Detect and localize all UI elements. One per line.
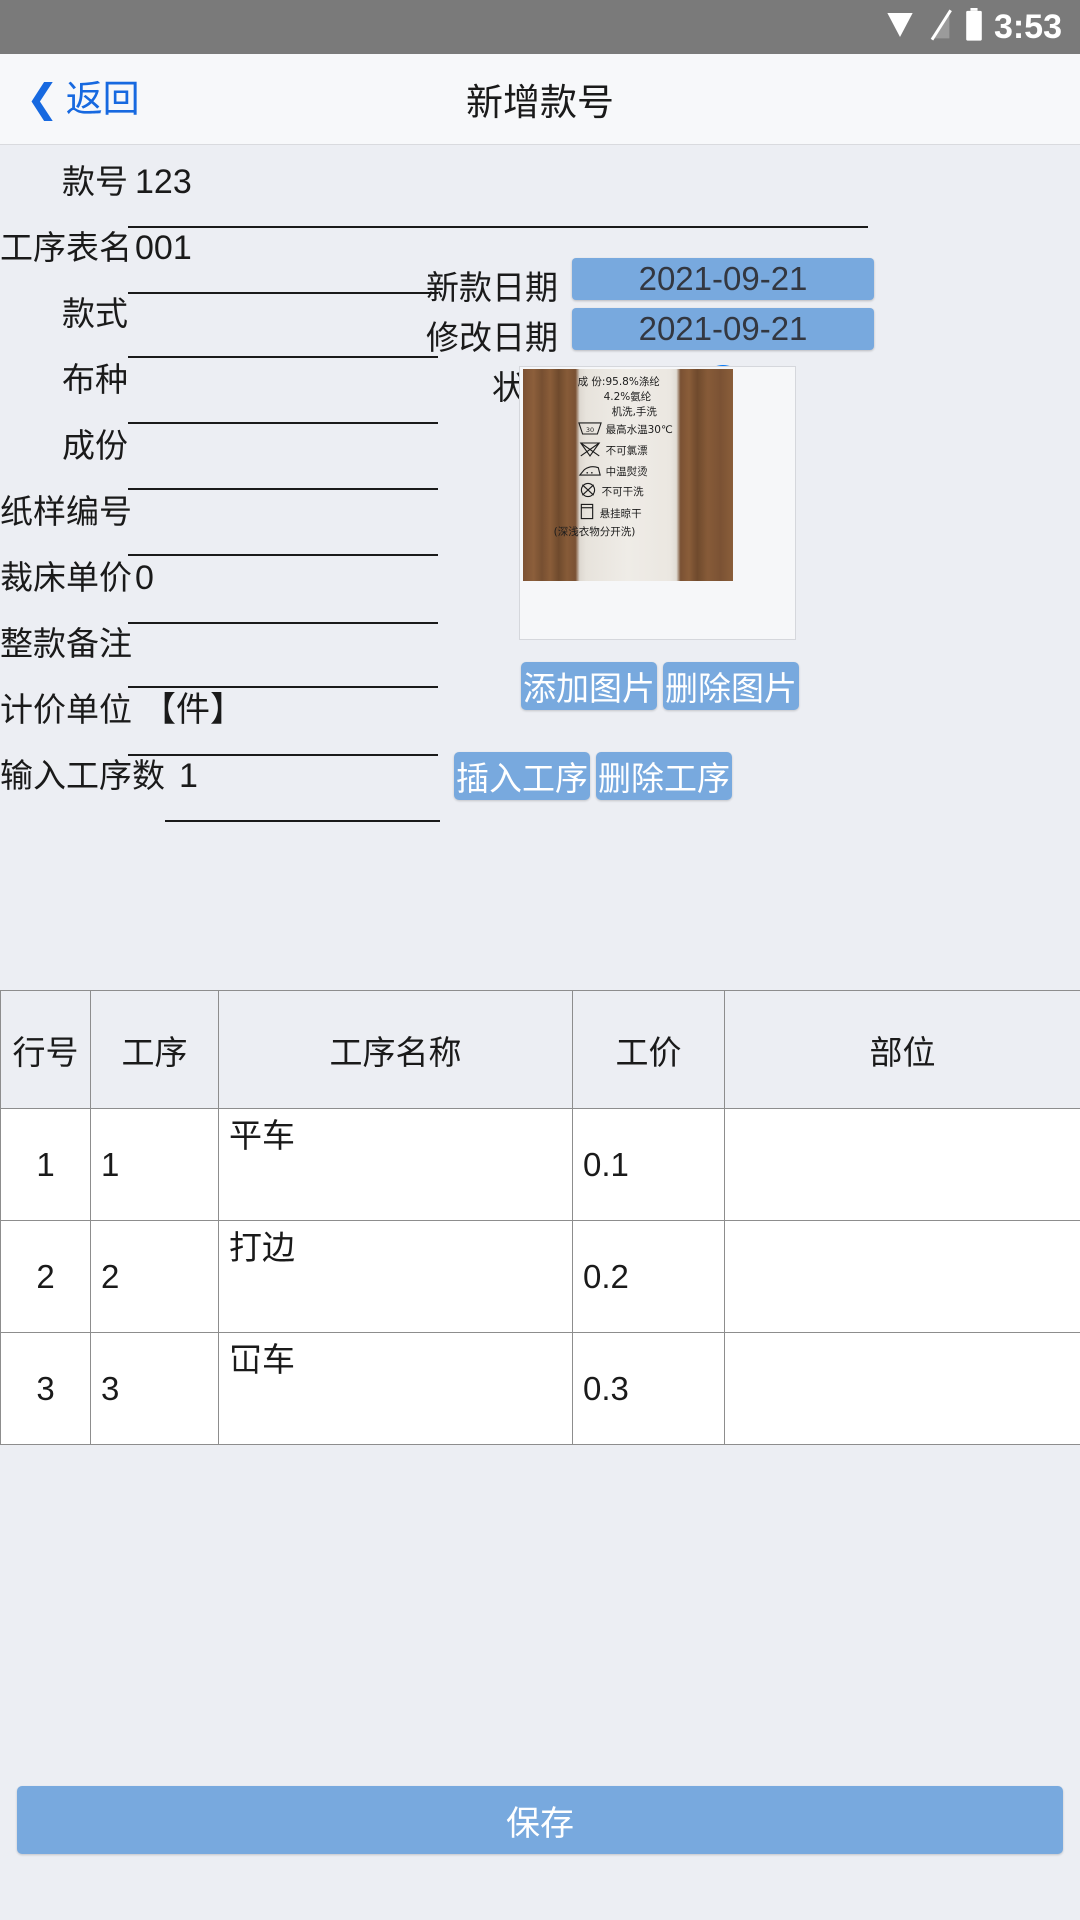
form-row-process-sheet-name: 工序表名 001 [0, 226, 438, 294]
field-input-pattern-no[interactable] [128, 490, 438, 556]
table-header-row: 行号 工序 工序名称 工价 部位 [0, 990, 1080, 1109]
cell-process[interactable]: 3 [90, 1332, 219, 1445]
form-row-remark: 整款备注 [0, 622, 438, 688]
form-row-price-unit: 计价单位 【件】 [0, 688, 438, 756]
cell-part[interactable] [724, 1332, 1080, 1445]
add-photo-button[interactable]: 添加图片 [521, 662, 657, 710]
form-row-fabric: 布种 [0, 358, 438, 424]
status-bar-clock: 3:53 [993, 8, 1062, 46]
form-row-cutting-price: 裁床单价 0 [0, 556, 438, 624]
field-label-process-sheet-name: 工序表名 [0, 229, 132, 266]
cell-part[interactable] [724, 1220, 1080, 1333]
care-row-dryclean: 不可干洗 [578, 482, 679, 503]
cell-process[interactable]: 1 [90, 1108, 219, 1221]
care-line-4: 不可氯漂 [605, 444, 648, 457]
label-new-date: 新款日期 [426, 269, 558, 306]
wifi-icon [884, 9, 916, 46]
form-row-style: 款式 [0, 292, 438, 358]
new-date-button[interactable]: 2021-09-21 [572, 258, 874, 300]
signal-icon [926, 9, 954, 46]
cell-process[interactable]: 2 [90, 1220, 219, 1333]
care-row-wash: 30 最高水温30℃ [577, 420, 679, 441]
care-line-3: 最高水温30℃ [605, 423, 673, 436]
table-header-price: 工价 [572, 990, 725, 1109]
care-line-1: 4.2%氨纶 [603, 390, 652, 403]
field-label-style-no: 款号 [62, 163, 128, 200]
battery-icon [964, 7, 984, 47]
photo-frame[interactable]: 成 份:95.8%涤纶 4.2%氨纶 机洗,手洗 30 最高水温30℃ 不可氯漂… [519, 366, 796, 640]
no-bleach-icon [578, 441, 602, 462]
field-label-remark: 整款备注 [0, 625, 132, 662]
cell-price[interactable]: 0.1 [572, 1108, 725, 1221]
delete-photo-button[interactable]: 删除图片 [663, 662, 799, 710]
hang-dry-icon [578, 503, 596, 525]
field-label-composition: 成份 [62, 427, 128, 464]
cell-price[interactable]: 0.3 [572, 1332, 725, 1445]
field-input-price-unit[interactable]: 【件】 [128, 688, 438, 756]
care-line-7: 悬挂晾干 [599, 507, 642, 520]
care-line-8: (深浅衣物分开洗) [553, 526, 636, 539]
table-row[interactable]: 2 2 打边 0.2 [0, 1220, 1080, 1333]
care-row-bleach: 不可氯漂 [578, 441, 679, 462]
table-row[interactable]: 1 1 平车 0.1 [0, 1108, 1080, 1221]
field-label-cutting-price: 裁床单价 [0, 559, 132, 596]
field-input-style-no[interactable]: 123 [128, 160, 868, 228]
table-header-part: 部位 [724, 990, 1080, 1109]
save-button[interactable]: 保存 [17, 1786, 1063, 1854]
care-line-6: 不可干洗 [601, 486, 644, 499]
garment-care-label-photo: 成 份:95.8%涤纶 4.2%氨纶 机洗,手洗 30 最高水温30℃ 不可氯漂… [523, 369, 733, 581]
no-dryclean-icon [578, 482, 598, 503]
label-mod-date: 修改日期 [426, 319, 558, 356]
field-input-composition[interactable] [128, 424, 438, 490]
field-label-pattern-no: 纸样编号 [0, 493, 132, 530]
app-root: 3:53 ❮ 返回 新增款号 款号 123 工序表名 001 款式 布种 成份 [0, 0, 1080, 1920]
status-bar: 3:53 [0, 0, 1080, 54]
form-row-process-count: 输入工序数 1 [0, 754, 440, 822]
table-header-process: 工序 [90, 990, 219, 1109]
field-label-fabric: 布种 [62, 361, 128, 398]
field-input-remark[interactable] [128, 622, 438, 688]
care-line-0: 成 份:95.8%涤纶 [577, 376, 660, 388]
care-line-5: 中温熨烫 [605, 465, 648, 478]
care-line-2: 机洗,手洗 [611, 405, 657, 418]
table-row[interactable]: 3 3 冚车 0.3 [0, 1332, 1080, 1445]
field-label-process-count: 输入工序数 [0, 757, 165, 794]
cell-price[interactable]: 0.2 [572, 1220, 725, 1333]
cell-process-name[interactable]: 打边 [218, 1220, 573, 1333]
table-header-process-name: 工序名称 [218, 990, 573, 1109]
cell-process-name[interactable]: 平车 [218, 1108, 573, 1221]
title-bar: ❮ 返回 新增款号 [0, 54, 1080, 145]
field-label-style: 款式 [62, 295, 128, 332]
form-row-composition: 成份 [0, 424, 438, 490]
cell-row-no: 1 [0, 1108, 91, 1221]
svg-text:30: 30 [585, 426, 593, 434]
wash-tub-icon: 30 [577, 420, 602, 441]
form-row-pattern-no: 纸样编号 [0, 490, 438, 556]
field-input-cutting-price[interactable]: 0 [128, 556, 438, 624]
cell-process-name[interactable]: 冚车 [218, 1332, 573, 1445]
insert-process-button[interactable]: 插入工序 [454, 752, 590, 800]
form-row-style-no: 款号 123 [0, 160, 868, 228]
delete-process-button[interactable]: 删除工序 [596, 752, 732, 800]
mod-date-button[interactable]: 2021-09-21 [572, 308, 874, 350]
page-title: 新增款号 [466, 82, 614, 123]
field-input-process-count[interactable]: 1 [165, 754, 440, 822]
cell-row-no: 3 [0, 1332, 91, 1445]
table-header-row-no: 行号 [0, 990, 91, 1109]
iron-icon [578, 462, 602, 483]
cell-part[interactable] [724, 1108, 1080, 1221]
process-table: 行号 工序 工序名称 工价 部位 1 1 平车 0.1 2 2 打边 0.2 3… [0, 990, 1080, 1445]
cell-row-no: 2 [0, 1220, 91, 1333]
care-label-text: 成 份:95.8%涤纶 4.2%氨纶 机洗,手洗 30 最高水温30℃ 不可氯漂… [554, 369, 679, 581]
care-row-iron: 中温熨烫 [578, 462, 679, 483]
field-label-price-unit: 计价单位 [0, 691, 132, 728]
care-row-hangdry: 悬挂晾干 [578, 503, 679, 525]
